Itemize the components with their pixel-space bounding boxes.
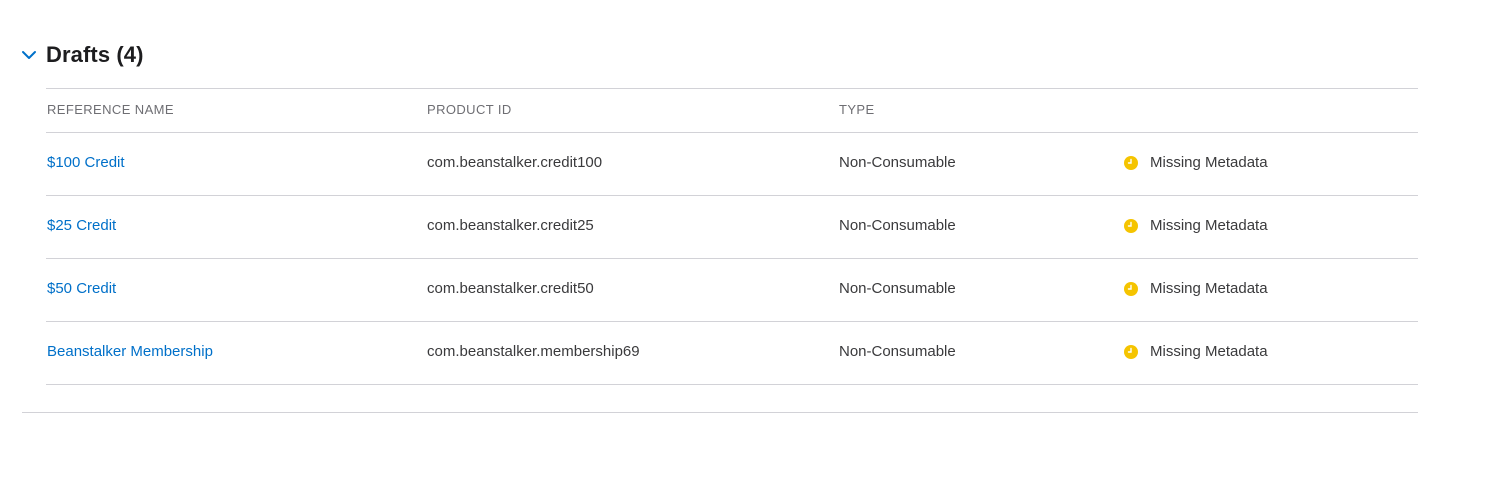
drafts-section: Drafts (4) REFERENCE NAME PRODUCT ID TYP… xyxy=(0,0,1509,488)
drafts-section-toggle[interactable]: Drafts (4) xyxy=(20,38,144,72)
clock-icon xyxy=(1124,344,1138,359)
type-cell: Non-Consumable xyxy=(839,154,956,171)
product-id-cell: com.beanstalker.credit50 xyxy=(427,280,594,297)
status-cell: Missing Metadata xyxy=(1124,154,1268,171)
status-cell: Missing Metadata xyxy=(1124,217,1268,234)
clock-icon xyxy=(1124,281,1138,296)
drafts-table: REFERENCE NAME PRODUCT ID TYPE $100 Cred… xyxy=(46,88,1418,385)
status-label: Missing Metadata xyxy=(1150,343,1268,360)
reference-name-link[interactable]: $100 Credit xyxy=(47,154,125,171)
section-title: Drafts (4) xyxy=(46,42,144,67)
type-cell: Non-Consumable xyxy=(839,280,956,297)
section-divider xyxy=(22,412,1418,413)
product-id-cell: com.beanstalker.membership69 xyxy=(427,343,640,360)
column-header-reference-name[interactable]: REFERENCE NAME xyxy=(47,102,174,117)
status-cell: Missing Metadata xyxy=(1124,280,1268,297)
clock-icon xyxy=(1124,218,1138,233)
status-cell: Missing Metadata xyxy=(1124,343,1268,360)
reference-name-link[interactable]: $50 Credit xyxy=(47,280,116,297)
table-row: $100 Credit com.beanstalker.credit100 No… xyxy=(46,133,1418,196)
table-row: Beanstalker Membership com.beanstalker.m… xyxy=(46,322,1418,385)
status-label: Missing Metadata xyxy=(1150,217,1268,234)
product-id-cell: com.beanstalker.credit100 xyxy=(427,154,603,171)
column-header-type[interactable]: TYPE xyxy=(839,102,875,117)
type-cell: Non-Consumable xyxy=(839,217,956,234)
column-header-product-id[interactable]: PRODUCT ID xyxy=(427,102,512,117)
table-row: $25 Credit com.beanstalker.credit25 Non-… xyxy=(46,196,1418,259)
type-cell: Non-Consumable xyxy=(839,343,956,360)
product-id-cell: com.beanstalker.credit25 xyxy=(427,217,594,234)
table-header: REFERENCE NAME PRODUCT ID TYPE xyxy=(46,88,1418,133)
chevron-down-icon[interactable] xyxy=(20,46,38,64)
clock-icon xyxy=(1124,155,1138,170)
table-row: $50 Credit com.beanstalker.credit50 Non-… xyxy=(46,259,1418,322)
reference-name-link[interactable]: $25 Credit xyxy=(47,217,116,234)
status-label: Missing Metadata xyxy=(1150,154,1268,171)
status-label: Missing Metadata xyxy=(1150,280,1268,297)
reference-name-link[interactable]: Beanstalker Membership xyxy=(47,343,213,360)
